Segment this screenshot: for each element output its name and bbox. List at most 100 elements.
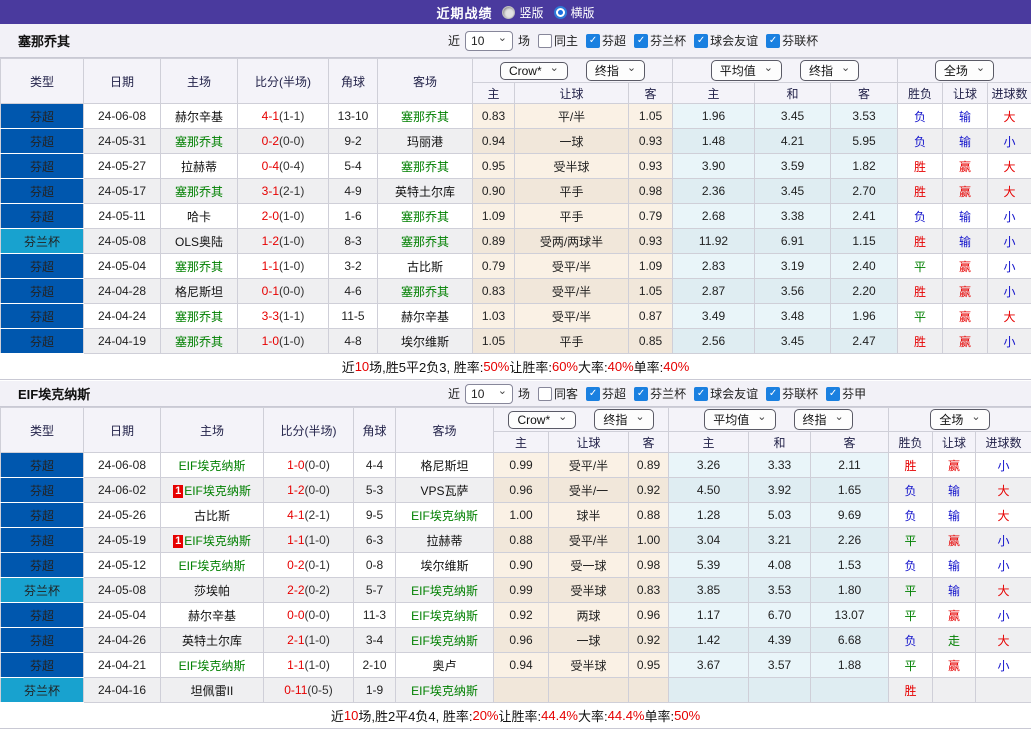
away-team-name[interactable]: 古比斯: [407, 260, 443, 274]
away-team-name[interactable]: 格尼斯坦: [420, 459, 468, 473]
scope-select[interactable]: 全场 ⌄: [934, 60, 995, 81]
league-filter-3[interactable]: ✓ 芬联杯: [766, 32, 818, 49]
home-team-name[interactable]: 赫尔辛基: [175, 110, 223, 124]
recent-count-select[interactable]: 10 ⌄: [465, 383, 514, 404]
league-filter-0[interactable]: ✓ 芬超: [586, 32, 626, 49]
team-name[interactable]: EIF埃克纳斯: [18, 384, 90, 403]
league-filter-2[interactable]: ✓ 球会友谊: [694, 385, 758, 402]
checked-checkbox-icon[interactable]: ✓: [586, 33, 601, 48]
unchecked-checkbox-icon[interactable]: [538, 33, 553, 48]
unchecked-checkbox-icon[interactable]: [538, 386, 553, 401]
avg-draw: 4.08: [748, 552, 811, 578]
odds-away: 0.92: [628, 477, 669, 503]
same-venue-checkbox[interactable]: 同客: [538, 385, 578, 402]
checked-checkbox-icon[interactable]: ✓: [634, 386, 649, 401]
away-team-name[interactable]: EIF埃克纳斯: [411, 609, 478, 623]
radio-vertical-icon[interactable]: [502, 5, 516, 19]
home-team-name[interactable]: EIF埃克纳斯: [184, 534, 251, 548]
result-goals: 小: [975, 452, 1031, 478]
away-team-name[interactable]: EIF埃克纳斯: [411, 634, 478, 648]
bookmaker-select[interactable]: Crow* ⌄: [508, 410, 577, 429]
away-team-name[interactable]: 塞那乔其: [401, 160, 449, 174]
league-filter-3[interactable]: ✓ 芬联杯: [766, 385, 818, 402]
league-filter-0[interactable]: ✓ 芬超: [586, 385, 626, 402]
odds-away: 0.83: [628, 577, 669, 603]
recent-count-select[interactable]: 10 ⌄: [465, 30, 514, 51]
checked-checkbox-icon[interactable]: ✓: [694, 33, 709, 48]
checked-checkbox-icon[interactable]: ✓: [766, 33, 781, 48]
away-team-name[interactable]: 玛丽港: [407, 135, 443, 149]
result-goals: 小: [975, 602, 1031, 628]
away-team-name[interactable]: 塞那乔其: [401, 110, 449, 124]
home-team-name[interactable]: 赫尔辛基: [188, 609, 236, 623]
odds-time-select[interactable]: 终指 ⌄: [594, 409, 654, 430]
home-team-name[interactable]: 英特土尔库: [182, 634, 242, 648]
away-team-name[interactable]: VPS瓦萨: [420, 484, 468, 498]
home-team-name[interactable]: 塞那乔其: [175, 335, 223, 349]
avg-away: 9.69: [809, 502, 890, 528]
away-team-name[interactable]: 埃尔维斯: [420, 559, 468, 573]
away-team-cell: 塞那乔其: [377, 103, 473, 129]
league-filter-2[interactable]: ✓ 球会友谊: [694, 32, 758, 49]
avg-draw: 3.38: [754, 203, 831, 229]
corner-score: 4-6: [328, 278, 378, 304]
away-team-name[interactable]: EIF埃克纳斯: [411, 684, 478, 698]
radio-horizontal-icon[interactable]: [553, 5, 567, 19]
away-team-name[interactable]: 英特土尔库: [395, 185, 455, 199]
home-team-name[interactable]: 塞那乔其: [175, 310, 223, 324]
home-team-name[interactable]: EIF埃克纳斯: [179, 659, 246, 673]
home-team-name[interactable]: 哈卡: [187, 210, 211, 224]
away-team-name[interactable]: 塞那乔其: [401, 285, 449, 299]
avg-time-select[interactable]: 终指 ⌄: [793, 409, 853, 430]
result-handicap-value: 输: [948, 583, 961, 598]
away-team-name[interactable]: 奥卢: [432, 659, 456, 673]
same-venue-checkbox[interactable]: 同主: [538, 32, 578, 49]
scope-select[interactable]: 全场 ⌄: [930, 409, 990, 430]
result-outcome-value: 平: [904, 658, 917, 673]
checked-checkbox-icon[interactable]: ✓: [694, 386, 709, 401]
odds-time-select[interactable]: 终指 ⌄: [585, 60, 646, 81]
checked-checkbox-icon[interactable]: ✓: [634, 33, 649, 48]
layout-radio-vertical[interactable]: 竖版: [502, 4, 544, 21]
team-name[interactable]: 塞那乔其: [18, 31, 70, 50]
home-team-name[interactable]: 塞那乔其: [175, 135, 223, 149]
league-filter-1[interactable]: ✓ 芬兰杯: [634, 385, 686, 402]
layout-radio-horizontal[interactable]: 横版: [553, 4, 595, 21]
league-filter-1[interactable]: ✓ 芬兰杯: [634, 32, 686, 49]
home-team-name[interactable]: 古比斯: [194, 509, 230, 523]
home-team-cell: 赫尔辛基: [160, 602, 264, 628]
away-team-name[interactable]: 埃尔维斯: [401, 335, 449, 349]
odds-away: 0.89: [628, 452, 669, 478]
checked-checkbox-icon[interactable]: ✓: [826, 386, 841, 401]
checked-checkbox-icon[interactable]: ✓: [586, 386, 601, 401]
checked-checkbox-icon[interactable]: ✓: [766, 386, 781, 401]
home-team-name[interactable]: EIF埃克纳斯: [179, 559, 246, 573]
match-date: 24-05-11: [83, 203, 161, 229]
away-team-name[interactable]: EIF埃克纳斯: [411, 509, 478, 523]
home-team-name[interactable]: 拉赫蒂: [181, 160, 217, 174]
away-team-name[interactable]: 拉赫蒂: [426, 534, 462, 548]
league-filter-4[interactable]: ✓ 芬甲: [826, 385, 866, 402]
home-team-name[interactable]: EIF埃克纳斯: [184, 484, 251, 498]
bookmaker-select[interactable]: Crow* ⌄: [499, 61, 568, 80]
result-goals-value: 小: [997, 658, 1010, 673]
home-team-name[interactable]: 坦佩雷II: [191, 684, 234, 698]
away-team-name[interactable]: 塞那乔其: [401, 235, 449, 249]
home-team-name[interactable]: 塞那乔其: [175, 185, 223, 199]
summary-number: 20%: [472, 708, 499, 723]
away-team-name[interactable]: 赫尔辛基: [401, 310, 449, 324]
avg-select[interactable]: 平均值 ⌄: [704, 409, 776, 430]
home-team-name[interactable]: 塞那乔其: [175, 260, 223, 274]
home-team-name[interactable]: 格尼斯坦: [175, 285, 223, 299]
match-score: 1-0(1-0): [237, 328, 329, 354]
away-team-name[interactable]: 塞那乔其: [401, 210, 449, 224]
away-team-name[interactable]: EIF埃克纳斯: [411, 584, 478, 598]
home-team-name[interactable]: OLS奥陆: [175, 235, 223, 249]
home-team-name[interactable]: EIF埃克纳斯: [179, 459, 246, 473]
avg-away: 3.53: [829, 103, 899, 129]
home-team-name[interactable]: 莎埃帕: [194, 584, 230, 598]
avg-time-select[interactable]: 终指 ⌄: [800, 60, 860, 81]
avg-select[interactable]: 平均值 ⌄: [710, 60, 782, 81]
avg-draw: 3.45: [754, 103, 831, 129]
col-header-2: 主场: [160, 407, 264, 453]
